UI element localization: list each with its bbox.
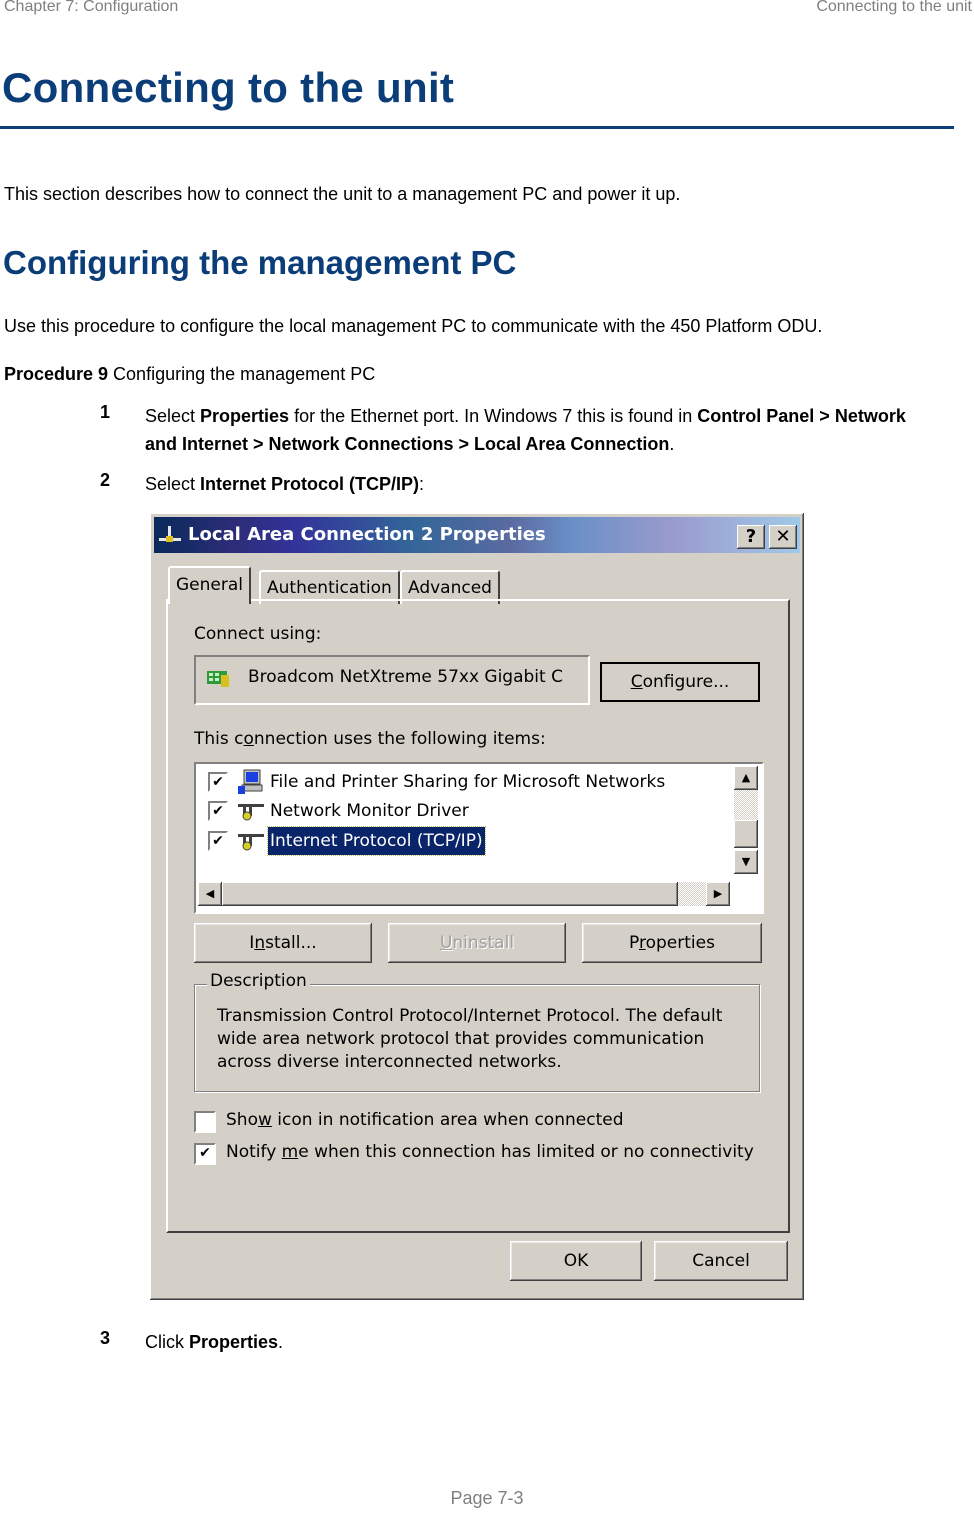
notify-checkbox[interactable]: ✔	[194, 1143, 216, 1165]
description-text: Transmission Control Protocol/Internet P…	[217, 1006, 723, 1072]
procedure-caption: Procedure 9 Configuring the management P…	[4, 364, 375, 385]
scroll-right-button[interactable]: ▶	[706, 882, 730, 906]
item-checkbox[interactable]: ✔	[208, 831, 228, 851]
item-checkbox[interactable]: ✔	[208, 772, 228, 792]
step-number: 1	[100, 402, 111, 422]
procedure-title: Configuring the management PC	[108, 364, 376, 384]
title-rule	[0, 126, 954, 129]
section-intro: Use this procedure to configure the loca…	[4, 316, 823, 336]
horizontal-scroll-track[interactable]	[678, 882, 706, 906]
network-connection-icon	[159, 526, 181, 542]
step-text: Select Internet Protocol (TCP/IP):	[145, 474, 425, 494]
uninstall-button[interactable]: Uninstall	[388, 923, 566, 963]
show-icon-checkbox[interactable]	[194, 1111, 216, 1133]
network-adapter-icon	[207, 671, 229, 687]
page-title: Connecting to the unit	[2, 64, 455, 111]
dialog-titlebar[interactable]: Local Area Connection 2 Properties ? ✕	[154, 517, 800, 553]
install-button[interactable]: Install...	[194, 923, 372, 963]
computer-icon	[238, 769, 263, 794]
running-header-chapter: Chapter 7: Configuration	[4, 0, 179, 15]
notify-label: Notify me when this connection has limit…	[226, 1142, 754, 1162]
configure-button[interactable]: Configure...	[600, 662, 760, 702]
network-protocol-icon	[238, 804, 264, 821]
properties-button[interactable]: Properties	[582, 923, 762, 963]
description-groupbox: Description Transmission Control Protoco…	[194, 971, 760, 1092]
horizontal-scroll-thumb[interactable]	[222, 882, 678, 906]
components-list[interactable]: ✔ File and Printer Sharing for Microsoft…	[194, 762, 764, 914]
connect-using-label: Connect using:	[194, 624, 322, 644]
close-button[interactable]: ✕	[769, 525, 797, 549]
item-checkbox[interactable]: ✔	[208, 801, 228, 821]
step-text: Click Properties.	[145, 1332, 284, 1352]
running-header-section: Connecting to the unit	[816, 0, 972, 15]
network-protocol-icon	[238, 834, 264, 851]
step-number: 2	[100, 470, 111, 490]
procedure-label: Procedure 9	[4, 364, 109, 384]
dialog-title: Local Area Connection 2 Properties	[188, 524, 546, 545]
scroll-up-button[interactable]: ▲	[734, 766, 758, 790]
description-legend: Description	[207, 971, 310, 991]
adapter-field: Broadcom NetXtreme 57xx Gigabit C	[194, 655, 590, 705]
adapter-name: Broadcom NetXtreme 57xx Gigabit C	[248, 667, 563, 687]
intro-paragraph: This section describes how to connect th…	[4, 184, 681, 204]
cancel-button[interactable]: Cancel	[654, 1241, 788, 1281]
item-label: File and Printer Sharing for Microsoft N…	[270, 772, 666, 792]
page-number: Page 7-3	[450, 1488, 524, 1508]
scroll-down-button[interactable]: ▼	[734, 850, 758, 874]
ok-button[interactable]: OK	[510, 1241, 642, 1281]
show-icon-label: Show icon in notification area when conn…	[226, 1110, 624, 1130]
item-label: Internet Protocol (TCP/IP)	[267, 826, 486, 856]
section-heading: Configuring the management PC	[3, 244, 517, 281]
scroll-left-button[interactable]: ◀	[198, 882, 222, 906]
step-text: Select Properties for the Ethernet port.…	[145, 406, 906, 454]
tab-general[interactable]: General	[168, 566, 251, 604]
vertical-scroll-track[interactable]	[734, 790, 758, 820]
step-number: 3	[100, 1328, 111, 1348]
item-label: Network Monitor Driver	[270, 801, 469, 821]
vertical-scroll-thumb[interactable]	[734, 820, 758, 848]
items-label: This connection uses the following items…	[194, 729, 546, 749]
help-button[interactable]: ?	[737, 525, 765, 549]
